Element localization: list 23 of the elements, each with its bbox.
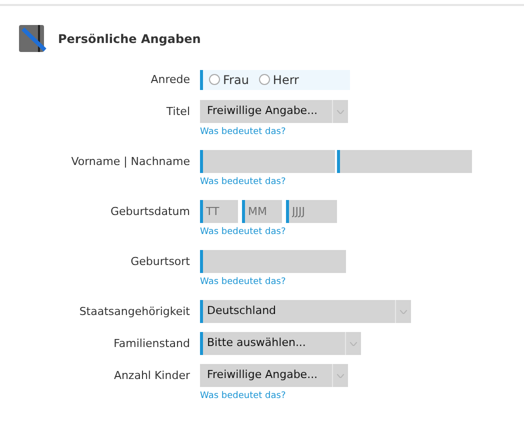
input-field[interactable]: TT — [200, 200, 238, 223]
field-label: Anrede — [150, 72, 190, 88]
section-title: Persönliche Angaben — [58, 31, 201, 48]
input-field[interactable] — [337, 150, 472, 173]
dropdown[interactable]: Freiwillige Angabe... — [200, 364, 348, 387]
field-label: Familienstand — [112, 336, 190, 352]
field-label: Vorname | Nachname — [70, 154, 190, 170]
pen-on-tablet-icon — [18, 24, 48, 54]
dropdown[interactable]: Bitte auswählen... — [200, 332, 361, 355]
field-label: Geburtsort — [130, 254, 190, 270]
field-label: Geburtsdatum — [109, 204, 190, 220]
input-field[interactable]: MM — [242, 200, 282, 223]
input-field[interactable] — [200, 250, 346, 273]
input-field[interactable] — [200, 150, 335, 173]
field-label: Titel — [165, 104, 190, 120]
dropdown[interactable]: Freiwillige Angabe... — [200, 100, 348, 123]
radio-option[interactable]: Herr — [258, 70, 299, 88]
radio-button[interactable] — [258, 74, 270, 85]
dropdown[interactable]: Deutschland — [200, 300, 411, 323]
radio-option[interactable]: Frau — [209, 70, 249, 88]
field-label: Staatsangehörigkeit — [78, 304, 190, 320]
field-label: Anzahl Kinder — [112, 368, 190, 384]
radio-button[interactable] — [209, 74, 220, 85]
